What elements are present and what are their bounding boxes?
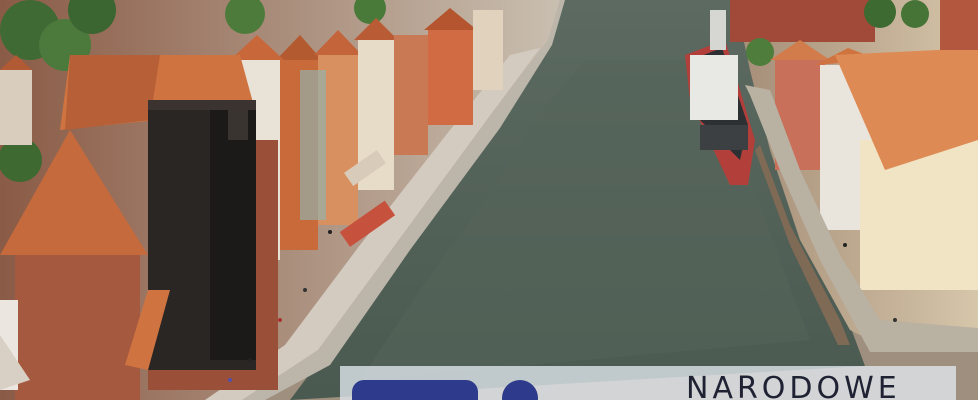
brick-building: [730, 0, 875, 42]
pedestrian: [843, 243, 847, 247]
pedestrian: [893, 318, 897, 322]
crane-side: [210, 110, 256, 360]
townhouse: [473, 10, 503, 90]
crane-top: [148, 100, 256, 110]
brick-tower: [15, 250, 140, 400]
building: [0, 70, 32, 145]
tree: [746, 38, 774, 66]
tower-roof: [65, 55, 160, 130]
pedestrian: [278, 318, 282, 322]
townhouse: [394, 35, 428, 155]
ship-bow-deck: [700, 125, 748, 150]
pedestrian: [228, 378, 232, 382]
brand-wordmark: NARODOWE: [686, 371, 901, 400]
pedestrian: [328, 230, 332, 234]
glass-facade: [300, 70, 326, 220]
logo-mark-block: [352, 380, 478, 400]
hero-photo: NARODOWE: [0, 0, 978, 400]
pedestrian: [248, 358, 252, 362]
ship-superstructure: [690, 55, 738, 120]
pedestrian: [303, 288, 307, 292]
city-river-photo: [0, 0, 978, 400]
townhouse: [428, 30, 473, 125]
tree: [901, 0, 929, 28]
townhouse: [940, 0, 978, 50]
logo-mark-dot: [502, 380, 538, 400]
crane-window: [228, 110, 248, 140]
ship-mast: [710, 10, 726, 50]
granary-building: [860, 140, 978, 290]
brand-banner: NARODOWE: [340, 366, 956, 400]
